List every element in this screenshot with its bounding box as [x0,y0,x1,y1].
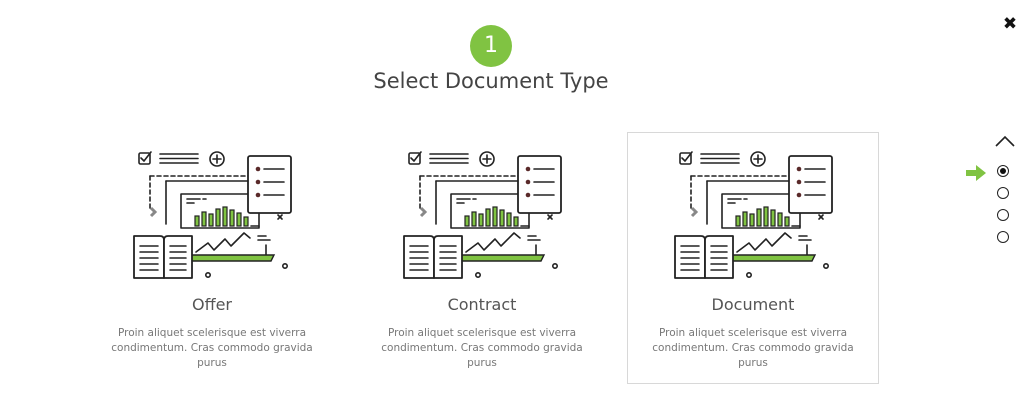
card-description: Proin aliquet scelerisque est viverra co… [111,327,313,369]
pager-dot-4[interactable] [997,231,1009,243]
card-title: Offer [191,295,233,314]
arrow-right-icon [966,165,986,181]
document-type-card-document[interactable]: Document Proin aliquet scelerisque est v… [627,132,879,384]
card-title: Document [711,295,795,314]
pager-dot-2[interactable] [997,187,1009,199]
chevron-up-icon[interactable] [994,132,1016,150]
document-illustration [674,151,833,279]
step-badge: 1 [470,25,512,67]
pager-dot-3[interactable] [997,209,1009,221]
card-description: Proin aliquet scelerisque est viverra co… [381,327,583,369]
pager-dot-1[interactable] [997,165,1009,177]
card-title: Contract [447,295,517,314]
document-illustration [403,151,562,279]
page-title: Select Document Type [373,69,609,93]
document-type-card-offer[interactable]: Offer Proin aliquet scelerisque est vive… [86,132,338,384]
card-description: Proin aliquet scelerisque est viverra co… [652,327,854,369]
close-button[interactable]: ✖ [1000,14,1020,34]
document-type-card-contract[interactable]: Contract Proin aliquet scelerisque est v… [356,132,608,384]
document-illustration [133,151,292,279]
